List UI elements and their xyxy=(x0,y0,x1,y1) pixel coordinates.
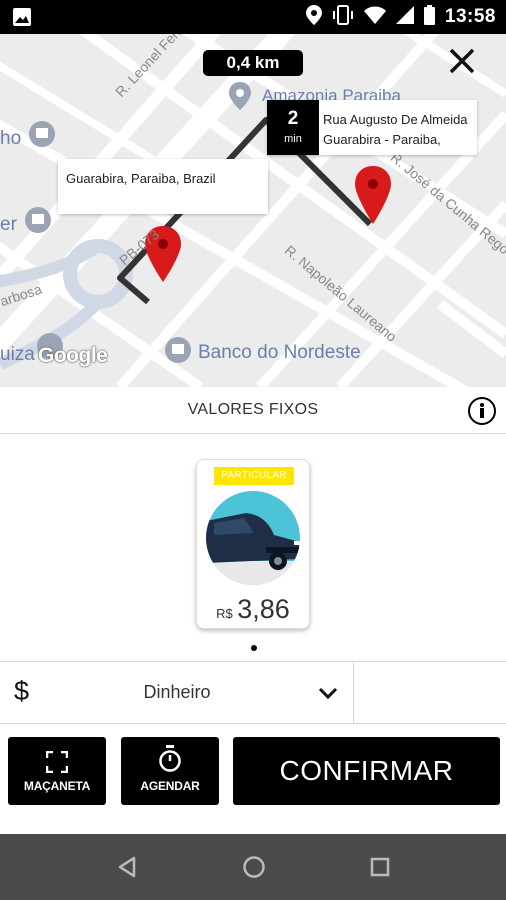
payment-method-row[interactable]: $ Dinheiro xyxy=(0,661,506,724)
close-icon xyxy=(449,48,475,74)
car-icon xyxy=(206,491,300,585)
divider xyxy=(353,662,354,724)
system-nav-bar xyxy=(0,834,506,900)
origin-address: Guarabira, Paraiba, Brazil xyxy=(66,171,216,186)
google-logo: Google xyxy=(38,344,108,367)
agendar-label: AGENDAR xyxy=(140,779,200,793)
close-button[interactable] xyxy=(447,46,477,76)
price-value: 3,86 xyxy=(237,594,290,624)
destination-address-card[interactable]: 2 min Rua Augusto De Almeida Guarabira -… xyxy=(267,100,477,155)
location-icon xyxy=(305,4,322,30)
recents-button[interactable] xyxy=(365,852,395,882)
vehicle-price: R$ 3,86 xyxy=(197,594,309,625)
destination-address-line2: Guarabira - Paraiba, xyxy=(323,132,441,147)
shopping-poi-icon xyxy=(29,121,55,147)
vehicle-option-card[interactable]: PARTICULAR R$ 3,86 xyxy=(196,459,310,629)
origin-address-card[interactable]: Guarabira, Paraiba, Brazil xyxy=(58,159,268,214)
macaneta-label: MAÇANETA xyxy=(23,779,91,793)
section-title: VALORES FIXOS xyxy=(187,401,319,418)
distance-badge: 0,4 km xyxy=(203,50,303,76)
route-map[interactable]: R. Leonel Ferraz PB-073 R. José da Cunha… xyxy=(0,34,506,387)
info-button[interactable] xyxy=(468,397,496,425)
vehicle-category-badge: PARTICULAR xyxy=(214,467,294,485)
poi-label-uiza: uiza xyxy=(0,344,35,365)
macaneta-button[interactable]: MAÇANETA xyxy=(8,737,106,805)
back-button[interactable] xyxy=(112,852,142,882)
eta-value: 2 xyxy=(287,108,299,129)
poi-label-ho: ho xyxy=(0,128,22,149)
eta-box: 2 min xyxy=(267,100,319,155)
stopwatch-icon xyxy=(159,745,181,778)
poi-icon-er xyxy=(25,207,51,233)
chevron-down-icon[interactable] xyxy=(318,686,338,705)
status-bar: 13:58 xyxy=(0,0,506,34)
recents-square-icon xyxy=(370,857,390,877)
confirm-label: CONFIRMAR xyxy=(279,755,454,786)
eta-unit: min xyxy=(284,133,302,145)
bank-poi-icon xyxy=(165,337,191,363)
confirm-button[interactable]: CONFIRMAR xyxy=(233,737,500,805)
poi-label-er: er xyxy=(0,214,17,235)
hail-frame-icon xyxy=(45,750,69,778)
wifi-icon xyxy=(363,6,386,29)
battery-icon xyxy=(423,4,435,30)
fixed-values-header: VALORES FIXOS xyxy=(0,387,506,434)
destination-address-line1: Rua Augusto De Almeida xyxy=(323,112,468,127)
agendar-button[interactable]: AGENDAR xyxy=(121,737,219,805)
vibrate-icon xyxy=(332,4,354,30)
carousel-page-indicator xyxy=(251,645,257,651)
status-clock: 13:58 xyxy=(444,6,496,27)
poi-label-banco: Banco do Nordeste xyxy=(198,342,361,363)
price-currency: R$ xyxy=(216,606,233,621)
home-button[interactable] xyxy=(239,852,269,882)
signal-icon xyxy=(395,5,414,29)
dollar-icon: $ xyxy=(14,676,30,706)
back-triangle-icon xyxy=(118,856,136,878)
payment-method-select[interactable]: Dinheiro xyxy=(80,682,274,703)
image-icon xyxy=(12,7,32,32)
home-circle-icon xyxy=(243,856,265,878)
